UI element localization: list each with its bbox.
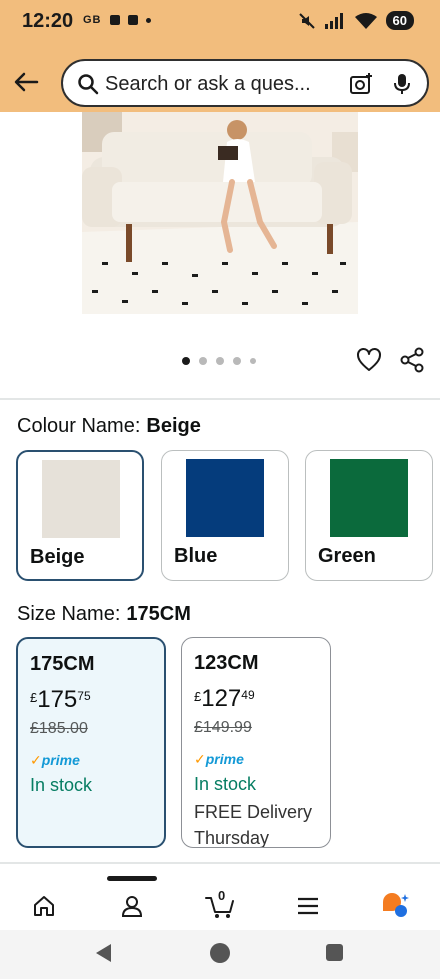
search-input[interactable] [105, 69, 345, 99]
image-carousel-dots[interactable] [182, 357, 256, 365]
colour-option-beige[interactable]: Beige [16, 450, 144, 581]
app-notification-icon [109, 15, 120, 25]
nav-menu[interactable] [286, 888, 330, 924]
size-name-heading: Size Name: 175CM [17, 603, 191, 626]
colour-name-heading: Colour Name: Beige [17, 415, 201, 438]
heart-icon [357, 348, 381, 371]
wifi-icon [354, 12, 377, 29]
carousel-dot[interactable] [233, 357, 241, 365]
mute-icon [298, 12, 315, 29]
back-arrow-icon [14, 72, 39, 92]
app-notification-icon [127, 15, 138, 25]
microphone-icon[interactable] [391, 72, 413, 96]
active-tab-indicator [107, 876, 157, 881]
sofa-product-photo [82, 112, 358, 314]
app-header: 12:20 GB 60 [0, 0, 440, 112]
size-option-label: 175CM [30, 653, 95, 675]
battery-indicator: 60 [385, 11, 414, 30]
delivery-info: FREE Delivery Thursday [194, 802, 313, 848]
home-icon [34, 896, 54, 916]
status-icons: 60 [298, 11, 414, 30]
was-price: £185.00 [30, 720, 88, 737]
nav-account[interactable] [110, 888, 154, 924]
colour-option-label: Green [318, 545, 376, 567]
size-label: Size Name: [17, 603, 121, 625]
menu-icon [298, 897, 318, 915]
size-option-175cm[interactable]: 175CM £ 175 75 £185.00 ✓prime In stock [16, 637, 166, 848]
size-option-label: 123CM [194, 652, 259, 674]
nav-home[interactable] [22, 888, 66, 924]
status-time: 12:20 [22, 10, 74, 32]
carousel-dot[interactable] [250, 358, 256, 364]
selected-colour-value: Beige [146, 415, 201, 437]
colour-label: Colour Name: [17, 415, 141, 437]
rufus-icon [383, 893, 409, 917]
carousel-dot[interactable] [216, 357, 224, 365]
product-image[interactable] [82, 112, 358, 314]
nav-rufus[interactable] [374, 888, 418, 924]
nav-cart[interactable]: 0 [198, 888, 242, 924]
system-home-button[interactable] [210, 943, 230, 963]
signal-icon [324, 12, 343, 29]
notification-icons: GB [83, 14, 151, 26]
share-icon [400, 347, 424, 373]
colour-chip [186, 459, 264, 537]
prime-badge: ✓prime [30, 752, 80, 768]
status-bar: 12:20 GB 60 [0, 0, 440, 46]
colour-option-green[interactable]: Green [305, 450, 433, 581]
section-divider [0, 398, 440, 400]
share-button[interactable] [399, 347, 425, 378]
price: £ 127 49 [194, 685, 255, 712]
system-recents-button[interactable] [326, 944, 343, 961]
colour-chip [42, 460, 120, 538]
bottom-navigation: 0 [0, 872, 440, 930]
system-back-button[interactable] [96, 944, 111, 962]
section-divider [0, 862, 440, 864]
cart-count-badge: 0 [218, 888, 226, 903]
carousel-dot[interactable] [182, 357, 190, 365]
wishlist-button[interactable] [356, 347, 382, 378]
selected-size-value: 175CM [126, 603, 191, 625]
system-navigation-bar [0, 930, 440, 979]
colour-option-blue[interactable]: Blue [161, 450, 289, 581]
account-icon [121, 896, 143, 917]
colour-option-label: Beige [30, 546, 85, 568]
price: £ 175 75 [30, 686, 91, 713]
stock-status: In stock [194, 774, 257, 794]
was-price: £149.99 [194, 719, 252, 736]
carousel-dot[interactable] [199, 357, 207, 365]
back-button[interactable] [10, 66, 42, 98]
search-bar[interactable] [61, 59, 429, 107]
colour-option-label: Blue [174, 545, 218, 567]
camera-search-icon[interactable] [349, 72, 373, 96]
prime-badge: ✓prime [194, 751, 244, 767]
colour-chip [330, 459, 408, 537]
search-icon [78, 74, 99, 95]
gb-notification-icon: GB [83, 14, 102, 26]
stock-status: In stock [30, 775, 93, 795]
more-notifications-icon [145, 17, 151, 23]
size-option-123cm[interactable]: 123CM £ 127 49 £149.99 ✓prime In stock F… [181, 637, 331, 848]
